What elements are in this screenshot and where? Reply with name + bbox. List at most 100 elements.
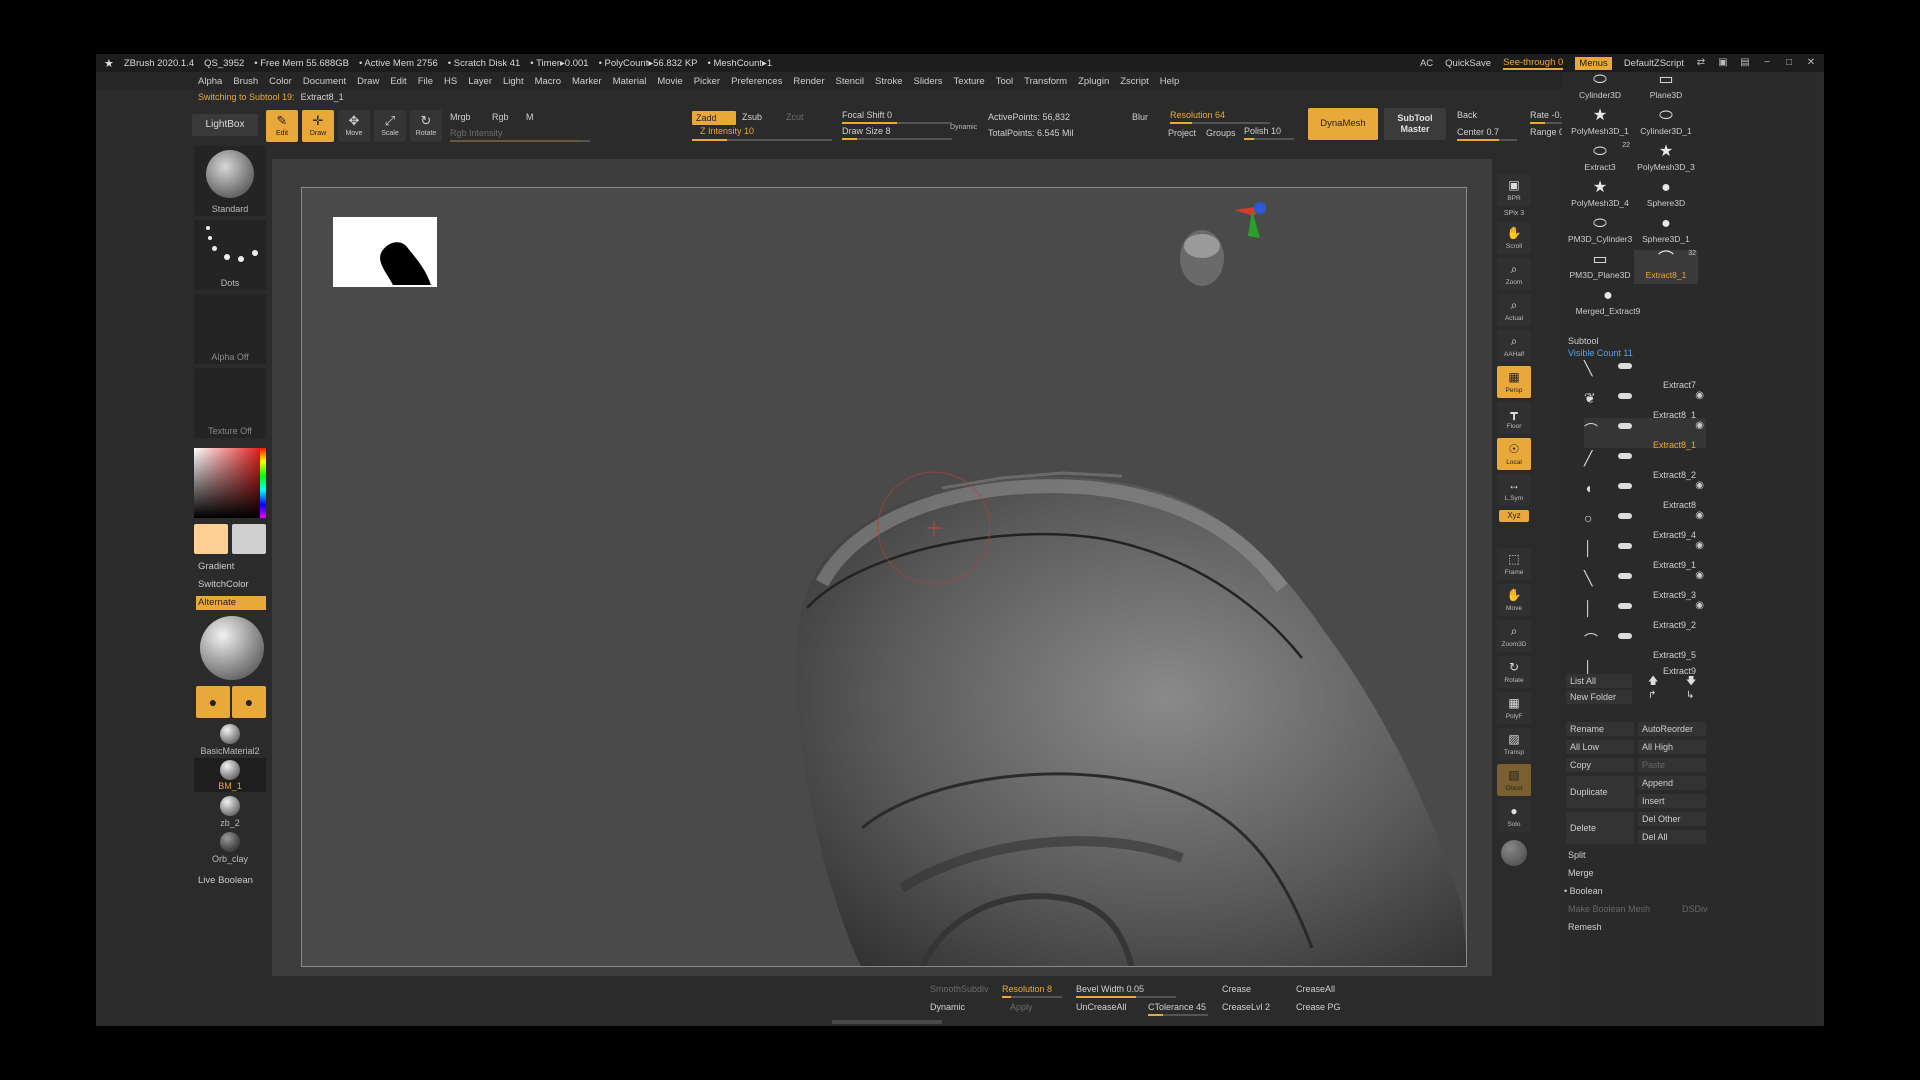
bottom-tray-handle[interactable] — [832, 1020, 942, 1024]
material-sphere[interactable] — [200, 616, 264, 680]
thumb-pm3d-cylinder3[interactable]: ⬭ PM3D_Cylinder3 — [1568, 214, 1632, 248]
groups-toggle[interactable]: Groups — [1206, 128, 1236, 138]
brush-selector[interactable]: Standard — [194, 146, 266, 216]
zoom-button[interactable]: ⌕ Zoom — [1497, 258, 1531, 290]
menu-hs[interactable]: HS — [444, 76, 457, 87]
menu-light[interactable]: Light — [503, 76, 524, 87]
list-all-button[interactable]: List All — [1566, 674, 1632, 688]
menu-draw[interactable]: Draw — [357, 76, 379, 87]
menu-sliders[interactable]: Sliders — [914, 76, 943, 87]
quicksave-button[interactable]: QuickSave — [1445, 58, 1491, 69]
subtool-master-button[interactable]: SubTool Master — [1384, 108, 1446, 140]
rename-button[interactable]: Rename — [1566, 722, 1634, 736]
subtool-toggle[interactable] — [1618, 633, 1632, 639]
eye-icon[interactable]: ◉ — [1695, 540, 1704, 551]
ghost-button[interactable]: ▨ Ghost — [1497, 764, 1531, 796]
see-through-slider[interactable]: See-through 0 — [1503, 57, 1564, 70]
subtool-toggle[interactable] — [1618, 483, 1632, 489]
polyf-button[interactable]: ▦ PolyF — [1497, 692, 1531, 724]
subtool-row[interactable]: ╱ Extract8_2 — [1584, 448, 1706, 480]
uncrease-all-button[interactable]: UnCreaseAll — [1076, 1002, 1127, 1012]
close-icon[interactable]: ✕ — [1806, 58, 1816, 68]
eye-icon[interactable]: ◉ — [1695, 390, 1704, 401]
move-view-button[interactable]: ✋ Move — [1497, 584, 1531, 616]
subtool-row[interactable]: ╲ Extract7 — [1584, 358, 1706, 390]
z-intensity-slider[interactable]: Z Intensity 10 — [700, 126, 754, 136]
menu-color[interactable]: Color — [269, 76, 292, 87]
zsub-button[interactable]: Zsub — [742, 112, 762, 122]
arrow-up-icon[interactable]: 🡅 — [1648, 674, 1658, 691]
polish-slider[interactable]: Polish 10 — [1244, 126, 1281, 136]
bpr-button[interactable]: ▣ BPR — [1497, 174, 1531, 206]
maximize-icon[interactable]: □ — [1784, 58, 1794, 68]
document-frame[interactable] — [301, 187, 1467, 967]
minimize-icon[interactable]: − — [1762, 58, 1772, 68]
frame-button[interactable]: ⬚ Frame — [1497, 548, 1531, 580]
menu-alpha[interactable]: Alpha — [198, 76, 222, 87]
eye-icon[interactable]: ◉ — [1695, 600, 1704, 611]
crease-button[interactable]: Crease — [1222, 984, 1251, 994]
dynamesh-button[interactable]: DynaMesh — [1308, 108, 1378, 140]
crease-lvl-slider[interactable]: CreaseLvl 2 — [1222, 1002, 1270, 1012]
menu-tool[interactable]: Tool — [996, 76, 1013, 87]
material-zb2[interactable]: zb_2 — [194, 818, 266, 828]
polish-track[interactable] — [1244, 138, 1294, 140]
folder-down-icon[interactable]: ↳ — [1686, 690, 1694, 701]
resolution-bottom-track[interactable] — [1002, 996, 1062, 998]
center-track[interactable] — [1457, 139, 1517, 141]
focal-shift-slider[interactable]: Focal Shift 0 — [842, 110, 892, 120]
subtool-row[interactable]: ○ ◉ Extract9_4 — [1584, 508, 1706, 540]
all-low-button[interactable]: All Low — [1566, 740, 1634, 754]
menu-preferences[interactable]: Preferences — [731, 76, 782, 87]
thumb-sphere3d[interactable]: ● Sphere3D — [1634, 178, 1698, 212]
append-button[interactable]: Append — [1638, 776, 1706, 790]
alternate-button[interactable]: Alternate — [196, 596, 266, 610]
subtool-row-selected[interactable]: ⌒ ◉ Extract8_1 — [1584, 418, 1706, 450]
visible-count[interactable]: Visible Count 11 — [1568, 348, 1633, 358]
lsym-button[interactable]: ↔ L.Sym — [1497, 474, 1531, 506]
merge-menu[interactable]: Merge — [1568, 868, 1594, 878]
draw-size-slider[interactable]: Draw Size 8 — [842, 126, 891, 136]
autoreorder-button[interactable]: AutoReorder — [1638, 722, 1706, 736]
project-toggle[interactable]: Project — [1168, 128, 1196, 138]
actual-button[interactable]: ⌕ Actual — [1497, 294, 1531, 326]
focal-shift-track[interactable] — [842, 122, 952, 124]
subtool-toggle[interactable] — [1618, 543, 1632, 549]
subtool-title[interactable]: Subtool — [1568, 336, 1599, 346]
zcut-button[interactable]: Zcut — [786, 112, 804, 122]
subtool-row[interactable]: ❦ ◉ Extract8_1 — [1584, 388, 1706, 420]
all-high-button[interactable]: All High — [1638, 740, 1706, 754]
menu-file[interactable]: File — [418, 76, 433, 87]
menu-zscript[interactable]: Zscript — [1120, 76, 1149, 87]
orb-clay-material-ball[interactable] — [220, 832, 240, 852]
crease-all-button[interactable]: CreaseAll — [1296, 984, 1335, 994]
eye-icon[interactable]: ◉ — [1695, 420, 1704, 431]
scroll-button[interactable]: ✋ Scroll — [1497, 222, 1531, 254]
main-color-swatch[interactable] — [194, 524, 228, 554]
menu-layer[interactable]: Layer — [468, 76, 492, 87]
resolution-track[interactable] — [1170, 122, 1270, 124]
secondary-color-swatch[interactable] — [232, 524, 266, 554]
dynamic-subdiv-toggle[interactable]: Dynamic — [930, 1002, 965, 1012]
default-zscript-button[interactable]: DefaultZScript — [1624, 58, 1684, 69]
bevel-width-slider[interactable]: Bevel Width 0.05 — [1076, 984, 1144, 994]
scale-button[interactable]: ⤢ Scale — [374, 110, 406, 142]
subtool-row[interactable]: ◖ ◉ Extract8 — [1584, 478, 1706, 510]
menu-render[interactable]: Render — [793, 76, 824, 87]
subtool-toggle[interactable] — [1618, 603, 1632, 609]
resolution-bottom-slider[interactable]: Resolution 8 — [1002, 984, 1052, 994]
ctolerance-track[interactable] — [1148, 1014, 1208, 1016]
paste-button[interactable]: Paste — [1638, 758, 1706, 772]
gradient-button[interactable]: Gradient — [196, 560, 266, 574]
menu-zplugin[interactable]: Zplugin — [1078, 76, 1109, 87]
back-toggle[interactable]: Back — [1457, 110, 1477, 120]
menu-transform[interactable]: Transform — [1024, 76, 1067, 87]
material-orb-clay[interactable]: Orb_clay — [194, 854, 266, 864]
blur-slider[interactable]: Blur — [1132, 112, 1148, 122]
material-basic[interactable]: BasicMaterial2 — [194, 746, 266, 756]
menu-document[interactable]: Document — [303, 76, 346, 87]
make-boolean-mesh-button[interactable]: Make Boolean Mesh — [1568, 904, 1650, 914]
menu-movie[interactable]: Movie — [657, 76, 682, 87]
eye-icon[interactable]: ◉ — [1695, 570, 1704, 581]
ac-button[interactable]: AC — [1420, 58, 1433, 69]
